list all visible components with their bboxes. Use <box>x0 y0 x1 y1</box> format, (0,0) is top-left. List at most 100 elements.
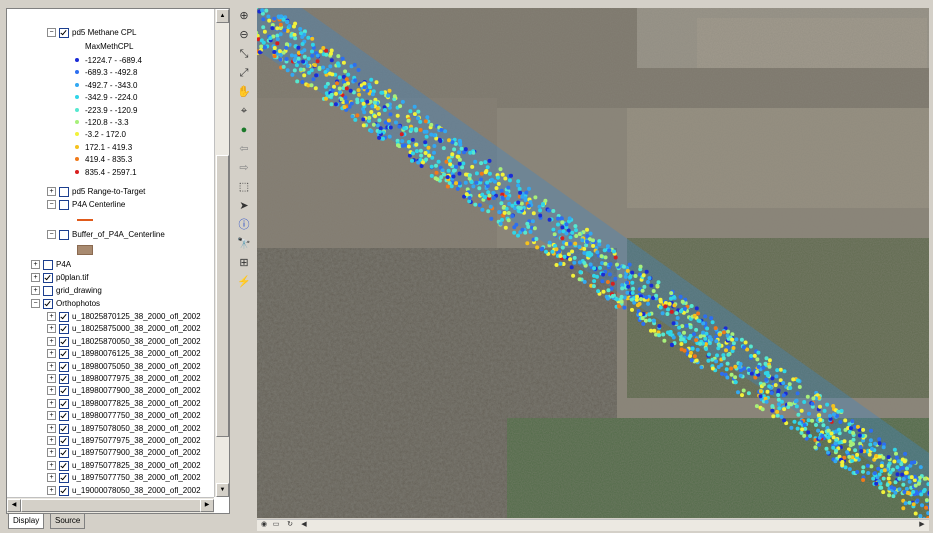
expand-icon[interactable]: + <box>31 273 40 282</box>
expand-icon[interactable]: + <box>47 349 56 359</box>
layer-checkbox[interactable] <box>59 436 69 446</box>
scroll-left-icon[interactable]: ◀ <box>299 520 309 530</box>
collapse-icon[interactable]: − <box>31 299 40 308</box>
layer-checkbox[interactable] <box>59 423 69 434</box>
layer-checkbox[interactable] <box>43 260 53 270</box>
identify-icon[interactable]: ⓘ <box>236 217 252 233</box>
scroll-right-icon[interactable]: ▶ <box>200 499 214 512</box>
orthophoto-item[interactable]: + u_18980077975_38_2000_ofl_2002 <box>47 373 214 384</box>
select-features-icon[interactable]: ⬚ <box>236 179 252 195</box>
back-icon[interactable]: ⇦ <box>236 141 252 157</box>
toc-layer-grid[interactable]: + grid_drawing <box>31 285 201 296</box>
expand-icon[interactable]: + <box>47 336 56 346</box>
layer-checkbox[interactable] <box>59 374 69 384</box>
orthophoto-item[interactable]: + u_19000078050_38_2000_ofl_2002 <box>47 485 214 496</box>
orthophoto-item[interactable]: + u_18975077750_38_2000_ofl_2002 <box>47 472 214 484</box>
measure-icon[interactable]: ⊞ <box>236 255 252 271</box>
expand-icon[interactable]: + <box>47 423 56 433</box>
layer-checkbox[interactable] <box>59 386 69 397</box>
layer-checkbox[interactable] <box>59 361 69 372</box>
forward-icon[interactable]: ⇨ <box>236 160 252 176</box>
expand-icon[interactable]: + <box>47 485 56 495</box>
toc-layer-orthophotos[interactable]: − Orthophotos <box>31 298 201 309</box>
toc-layer-p4a[interactable]: + P4A <box>31 259 201 270</box>
expand-icon[interactable]: + <box>47 324 56 334</box>
layer-checkbox[interactable] <box>59 485 69 496</box>
orthophoto-item[interactable]: + u_18975078050_38_2000_ofl_2002 <box>47 423 214 434</box>
expand-icon[interactable]: + <box>47 460 56 470</box>
globe-icon[interactable]: ● <box>236 122 252 138</box>
map-canvas[interactable] <box>257 8 929 518</box>
zoom-in-icon[interactable]: ⊕ <box>236 8 252 24</box>
layer-checkbox[interactable] <box>43 286 53 296</box>
map-view[interactable] <box>257 8 929 518</box>
find-icon[interactable]: 🔭 <box>236 236 252 252</box>
layout-view-icon[interactable]: ▭ <box>271 520 281 530</box>
orthophoto-item[interactable]: + u_18025875000_38_2000_ofl_2002 <box>47 323 214 335</box>
layer-checkbox[interactable] <box>59 312 69 322</box>
hyperlink-icon[interactable]: ⚡ <box>236 274 252 290</box>
layer-checkbox[interactable] <box>59 324 69 335</box>
layer-checkbox[interactable] <box>43 273 53 283</box>
toc-layer-p0plan[interactable]: + p0plan.tif <box>31 272 201 283</box>
orthophoto-item[interactable]: + u_18980077825_38_2000_ofl_2002 <box>47 398 214 409</box>
orthophoto-item[interactable]: + u_18975077825_38_2000_ofl_2002 <box>47 460 214 471</box>
expand-icon[interactable]: + <box>47 361 56 371</box>
layer-checkbox[interactable] <box>59 460 69 471</box>
toc-layer-centerline[interactable]: − P4A Centerline <box>47 199 214 210</box>
layer-checkbox[interactable] <box>59 398 69 409</box>
collapse-icon[interactable]: − <box>47 28 56 37</box>
toc-layer-buffer[interactable]: − Buffer_of_P4A_Centerline <box>47 229 214 240</box>
layer-checkbox[interactable] <box>59 349 69 360</box>
scroll-thumb[interactable] <box>21 499 201 512</box>
expand-icon[interactable]: + <box>47 411 56 421</box>
layer-checkbox[interactable] <box>59 448 69 459</box>
fixed-zoom-out-icon[interactable]: ⤢ <box>236 65 252 81</box>
toc-layer-range[interactable]: + pd5 Range-to-Target <box>47 186 214 197</box>
toc-vertical-scrollbar[interactable]: ▲ ▼ <box>214 9 229 497</box>
expand-icon[interactable]: + <box>47 448 56 458</box>
collapse-icon[interactable]: − <box>47 200 56 209</box>
scroll-thumb[interactable] <box>216 155 229 437</box>
scroll-up-icon[interactable]: ▲ <box>216 9 229 23</box>
expand-icon[interactable]: + <box>47 473 56 483</box>
orthophoto-item[interactable]: + u_18980075050_38_2000_ofl_2002 <box>47 361 214 372</box>
orthophoto-item[interactable]: + u_18980076125_38_2000_ofl_2002 <box>47 348 214 360</box>
layer-checkbox[interactable] <box>59 187 69 197</box>
orthophoto-item[interactable]: + u_18025870050_38_2000_ofl_2002 <box>47 336 214 347</box>
fixed-zoom-in-icon[interactable]: ⤡ <box>236 46 252 62</box>
tab-source[interactable]: Source <box>50 514 86 529</box>
expand-icon[interactable]: + <box>47 374 56 383</box>
layer-checkbox[interactable] <box>59 230 69 240</box>
orthophoto-item[interactable]: + u_18980077900_38_2000_ofl_2002 <box>47 385 214 397</box>
expand-icon[interactable]: + <box>31 260 40 269</box>
table-of-contents[interactable]: − pd5 Methane CPL MaxMethCPL -1224.7 - -… <box>6 8 230 514</box>
scroll-left-icon[interactable]: ◀ <box>7 499 21 512</box>
layer-checkbox[interactable] <box>59 200 69 210</box>
pan-icon[interactable]: ✋ <box>236 84 252 100</box>
collapse-icon[interactable]: − <box>47 230 56 239</box>
orthophoto-item[interactable]: + u_18025870125_38_2000_ofl_2002 <box>47 311 214 322</box>
scroll-down-icon[interactable]: ▼ <box>216 483 229 497</box>
layer-checkbox[interactable] <box>59 411 69 422</box>
expand-icon[interactable]: + <box>47 312 56 321</box>
layer-checkbox[interactable] <box>59 28 69 38</box>
layer-checkbox[interactable] <box>43 299 53 309</box>
refresh-icon[interactable]: ↻ <box>285 520 295 530</box>
toc-layer-methane[interactable]: − pd5 Methane CPL <box>47 27 214 38</box>
full-extent-icon[interactable]: ⌖ <box>236 103 252 119</box>
expand-icon[interactable]: + <box>47 187 56 196</box>
tab-display[interactable]: Display <box>8 514 45 529</box>
orthophoto-item[interactable]: + u_18975077975_38_2000_ofl_2002 <box>47 435 214 446</box>
select-elements-icon[interactable]: ➤ <box>236 198 252 214</box>
toc-horizontal-scrollbar[interactable]: ◀ ▶ <box>7 497 214 513</box>
orthophoto-item[interactable]: + u_18980077750_38_2000_ofl_2002 <box>47 410 214 422</box>
scroll-right-icon[interactable]: ▶ <box>917 520 927 530</box>
expand-icon[interactable]: + <box>31 286 40 295</box>
layer-checkbox[interactable] <box>59 336 69 347</box>
orthophoto-item[interactable]: + u_18975077900_38_2000_ofl_2002 <box>47 447 214 459</box>
expand-icon[interactable]: + <box>47 436 56 445</box>
expand-icon[interactable]: + <box>47 386 56 396</box>
zoom-out-icon[interactable]: ⊖ <box>236 27 252 43</box>
expand-icon[interactable]: + <box>47 398 56 408</box>
